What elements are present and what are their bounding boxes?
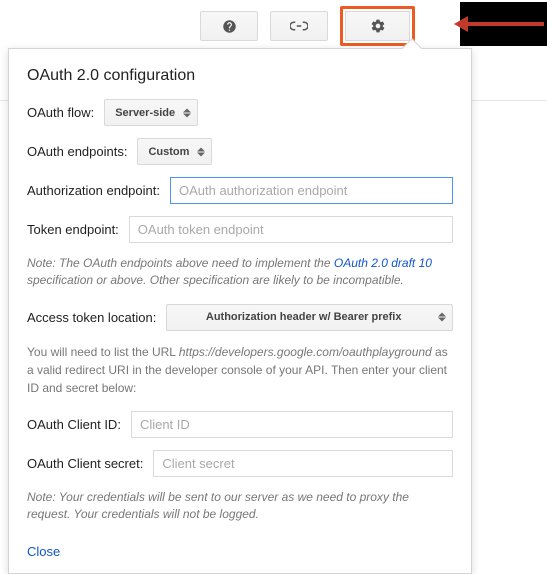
oauth-endpoints-value: Custom: [148, 146, 189, 158]
oauth-client-secret-input[interactable]: [153, 450, 453, 477]
note-text: specification or above. Other specificat…: [27, 273, 404, 287]
link-button[interactable]: [270, 11, 328, 41]
oauth-client-id-input[interactable]: [131, 411, 453, 438]
oauth-draft-link[interactable]: OAuth 2.0 draft 10: [334, 256, 432, 270]
note-text: Note: The OAuth endpoints above need to …: [27, 256, 334, 270]
chevron-updown-icon: [197, 147, 205, 156]
gear-icon: [370, 18, 386, 34]
redirect-uri-url: https://developers.google.com/oauthplayg…: [179, 345, 432, 359]
access-token-location-label: Access token location:: [27, 310, 156, 325]
panel-title: OAuth 2.0 configuration: [27, 67, 453, 85]
oauth-client-secret-label: OAuth Client secret:: [27, 456, 143, 471]
help-icon: [222, 19, 237, 34]
link-icon: [290, 20, 308, 32]
oauth-config-panel: OAuth 2.0 configuration OAuth flow: Serv…: [8, 48, 472, 574]
oauth-client-id-label: OAuth Client ID:: [27, 417, 121, 432]
access-token-location-select[interactable]: Authorization header w/ Bearer prefix: [166, 304, 453, 331]
chevron-updown-icon: [438, 313, 446, 322]
close-link[interactable]: Close: [27, 544, 60, 559]
help-button[interactable]: [200, 11, 258, 41]
info-text: You will need to list the URL: [27, 345, 179, 359]
callout-arrow: [454, 18, 544, 30]
access-token-location-value: Authorization header w/ Bearer prefix: [177, 311, 430, 323]
oauth-endpoints-select[interactable]: Custom: [137, 138, 212, 165]
authorization-endpoint-label: Authorization endpoint:: [27, 183, 160, 198]
authorization-endpoint-input[interactable]: [170, 177, 453, 204]
endpoints-note: Note: The OAuth endpoints above need to …: [27, 255, 453, 290]
redirect-uri-info: You will need to list the URL https://de…: [27, 343, 453, 397]
oauth-flow-select[interactable]: Server-side: [104, 99, 198, 126]
credentials-note: Note: Your credentials will be sent to o…: [27, 489, 453, 524]
chevron-updown-icon: [183, 108, 191, 117]
token-endpoint-label: Token endpoint:: [27, 222, 119, 237]
oauth-flow-value: Server-side: [115, 107, 175, 119]
token-endpoint-input[interactable]: [129, 216, 453, 243]
oauth-endpoints-label: OAuth endpoints:: [27, 144, 127, 159]
settings-button-highlighted[interactable]: [340, 6, 415, 46]
oauth-flow-label: OAuth flow:: [27, 105, 94, 120]
